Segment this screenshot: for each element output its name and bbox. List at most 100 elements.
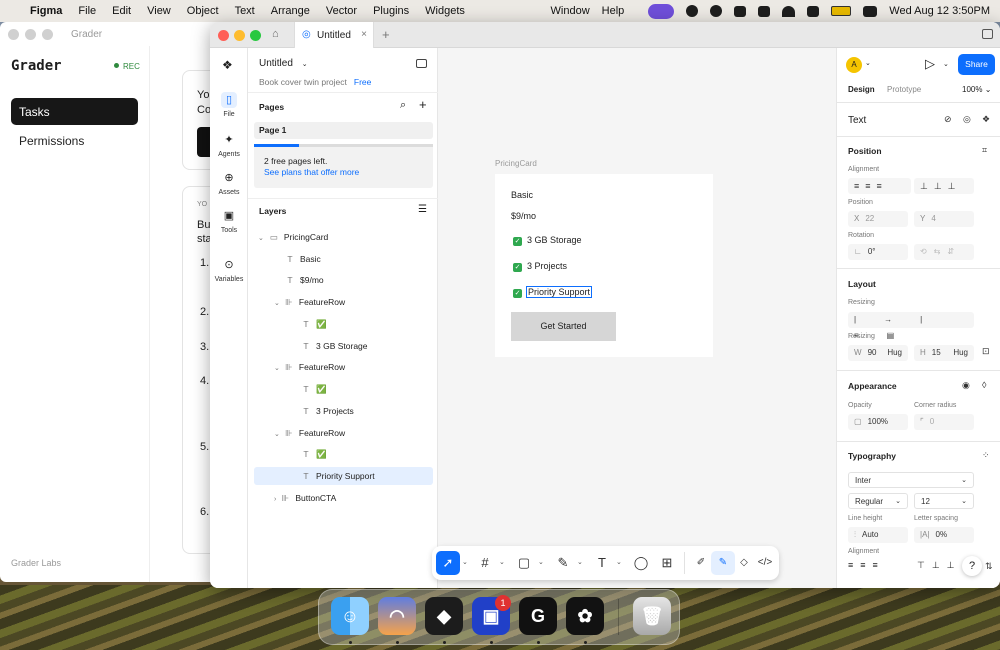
figma-zoom-button[interactable] [250,30,261,41]
figma-app-icon[interactable]: ✿ [566,597,604,635]
align-vertical-group[interactable]: ⊥⊥⊥ [914,178,974,194]
chevron-down-icon[interactable]: ⌄ [865,59,871,67]
search-pages-icon[interactable]: ⌕ [400,99,406,112]
resize-icon[interactable]: ⊡ [982,346,990,357]
control-center-icon[interactable] [863,5,878,17]
menu-view[interactable]: View [147,5,171,17]
plan-badge[interactable]: Free [354,77,371,87]
arc-browser-icon[interactable]: ◠ [378,597,416,635]
type-settings-icon[interactable]: ⁘ [982,450,990,461]
menu-file[interactable]: File [78,5,96,17]
layer-row[interactable]: T ✅ [248,445,438,463]
avatar[interactable]: A [846,57,862,73]
figma-menu-icon[interactable]: ❖ [222,58,233,72]
new-tab-icon[interactable]: + [382,27,390,42]
collapse-caret-icon[interactable]: › [274,496,276,503]
menu-app-name[interactable]: Figma [30,5,62,17]
rail-assets[interactable]: ⊕ Assets [210,170,248,196]
present-icon[interactable]: ▷ [925,56,935,72]
flip-controls[interactable]: ⟲⇆⇵ [914,244,974,260]
rail-tools[interactable]: ▣ Tools [210,208,248,234]
layer-row[interactable]: ⌄ ▭ PricingCard [248,228,438,246]
stats-icon[interactable] [807,5,820,17]
pricing-card-frame[interactable]: Basic $9/mo ✓ 3 GB Storage ✓ 3 Projects ✓ P… [495,174,713,357]
style-icon[interactable]: ◎ [963,114,971,125]
add-page-icon[interactable]: + [419,97,427,112]
line-height-field[interactable]: ⫶ Auto [848,527,908,543]
layer-row[interactable]: T 3 Projects [248,402,438,420]
resizing-toggle[interactable]: |→|≡▤ [848,312,974,340]
expand-caret-icon[interactable]: ⌄ [248,235,264,242]
layer-row[interactable]: T ✅ [248,315,438,333]
canvas[interactable]: PricingCard Basic $9/mo ✓ 3 GB Storage ✓ 3… [438,48,836,588]
close-tab-icon[interactable]: × [361,29,367,40]
menu-text[interactable]: Text [235,5,255,17]
see-plans-link[interactable]: See plans that offer more [264,167,359,177]
feature-row[interactable]: ✓ 3 GB Storage [513,235,582,246]
dev-mode-icon[interactable]: </> [753,551,777,575]
layer-row[interactable]: T 3 GB Storage [248,337,438,355]
constraints-icon[interactable]: ⌗ [982,145,987,156]
file-name[interactable]: Untitled ⌄ [259,58,308,69]
align-horizontal-group[interactable]: ≡≡≡ [848,178,911,194]
expand-caret-icon[interactable]: ⌄ [274,300,280,307]
cube-app-icon[interactable]: ◆ [425,597,463,635]
chevron-down-icon[interactable]: ⌄ [616,558,622,566]
eye-icon[interactable]: ◉ [962,380,970,391]
grader-nav-tasks[interactable]: Tasks [11,98,138,125]
layer-row[interactable]: ⌄ ⊪ FeatureRow [248,293,438,311]
x-field[interactable]: X 22 [848,211,908,227]
width-field[interactable]: W 90 Hug [848,345,908,361]
text-align-group[interactable]: ≡≡≡ [848,560,911,570]
grader-app-icon[interactable]: G [519,597,557,635]
layer-row-selected[interactable]: T Priority Support [254,467,433,485]
letter-spacing-field[interactable]: |A| 0% [914,527,974,543]
pen-tool-icon[interactable]: ✎ [551,551,575,575]
expand-caret-icon[interactable]: ⌄ [274,365,280,372]
screen-record-icon[interactable] [648,3,675,19]
font-size-select[interactable]: 12 ⌄ [914,493,974,509]
font-weight-select[interactable]: Regular ⌄ [848,493,908,509]
rail-file[interactable]: ▯ File [210,92,248,118]
menu-help[interactable]: Help [602,5,625,17]
chevron-down-icon[interactable]: ⌄ [462,558,468,566]
layers-options-icon[interactable]: ☰ [418,204,427,215]
price-text[interactable]: $9/mo [511,211,536,221]
vpn-icon[interactable] [710,5,723,17]
gamepad-icon[interactable] [734,5,747,17]
sidebar-toggle-icon[interactable] [416,59,427,68]
cta-button[interactable]: Get Started [511,312,616,341]
wifi-icon[interactable] [782,5,796,17]
height-field[interactable]: H 15 Hug [914,345,974,361]
chevron-down-icon[interactable]: ⌄ [538,558,544,566]
frame-label[interactable]: PricingCard [495,159,537,168]
figma-minimize-button[interactable] [234,30,245,41]
rotation-field[interactable]: ∟ 0° [848,244,908,260]
menu-clock[interactable]: Wed Aug 12 3:50PM [889,5,990,17]
layer-row[interactable]: T ✅ [248,380,438,398]
tab-design[interactable]: Design [848,85,875,94]
chevron-down-icon[interactable]: ⌄ [577,558,583,566]
figma-close-button[interactable] [218,30,229,41]
close-button[interactable] [8,28,19,40]
window-layout-icon[interactable] [982,29,993,39]
layer-row[interactable]: T $9/mo [248,271,438,289]
accessibility-icon[interactable] [758,5,771,17]
menu-arrange[interactable]: Arrange [271,5,310,17]
share-button[interactable]: Share [958,54,995,75]
page-item-1[interactable]: Page 1 [254,122,433,139]
more-options-icon[interactable]: ⇅ [985,561,993,572]
feature-row[interactable]: ✓ Priority Support [513,286,593,298]
chevron-down-icon[interactable]: ⌄ [943,60,949,68]
battery-icon[interactable] [831,6,852,16]
expand-caret-icon[interactable]: ⌄ [274,431,280,438]
menu-edit[interactable]: Edit [112,5,131,17]
layer-row[interactable]: T Basic [248,250,438,268]
link-icon[interactable]: ⊘ [944,114,952,125]
opacity-field[interactable]: ▢ 100% [848,414,908,430]
menu-window[interactable]: Window [551,5,590,17]
blend-mode-icon[interactable]: ◊ [982,380,986,390]
tab-prototype[interactable]: Prototype [887,85,921,94]
minimize-button[interactable] [25,28,36,40]
rail-variables[interactable]: ⊙ Variables [210,257,248,283]
